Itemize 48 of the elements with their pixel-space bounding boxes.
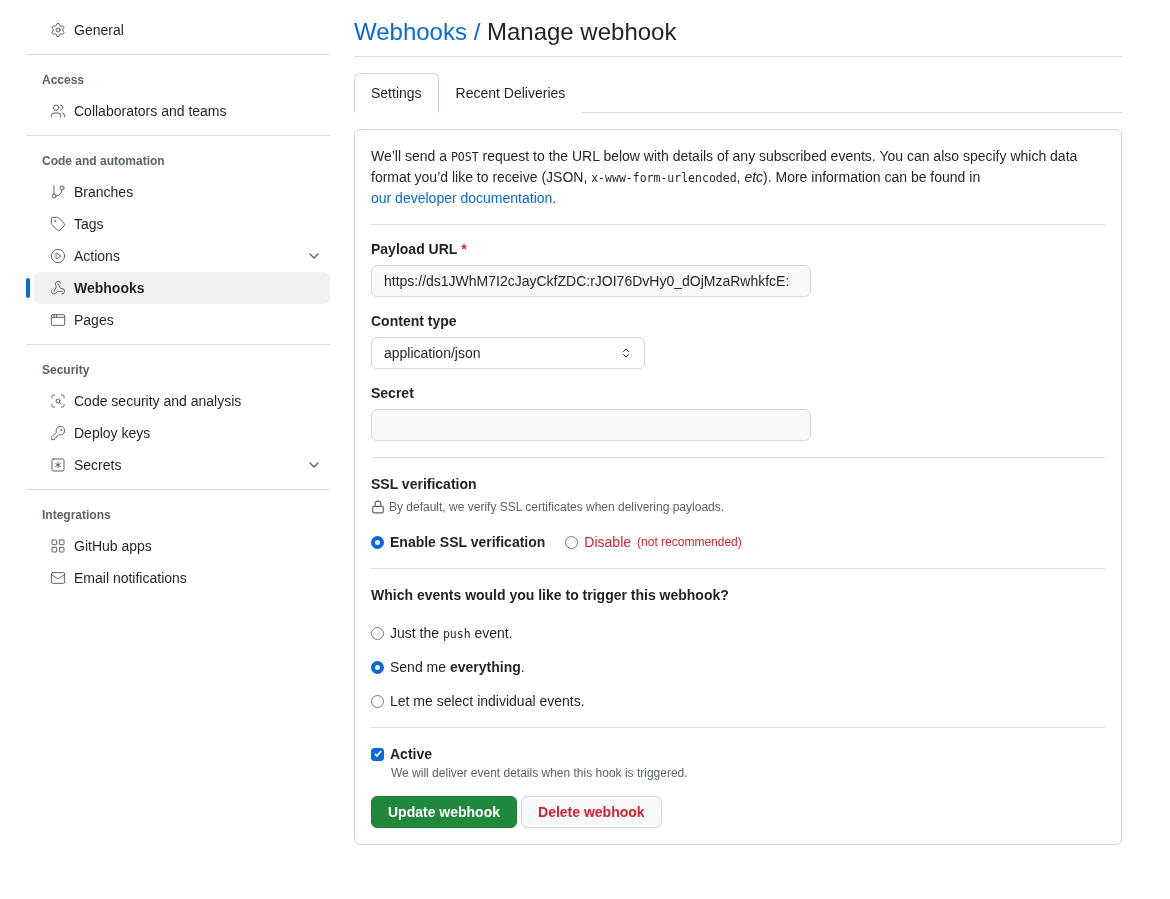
secret-field[interactable] (371, 409, 811, 441)
radio-label: Enable SSL verification (390, 534, 546, 550)
checkbox[interactable] (371, 747, 384, 761)
checkbox-label: Active (390, 746, 433, 762)
radio-button[interactable] (371, 660, 384, 674)
key-icon (50, 425, 66, 441)
mail-icon (50, 570, 66, 586)
radio-label: Send me everything. (390, 659, 525, 675)
section-heading: SSL verification (371, 476, 478, 492)
content-type-select[interactable]: application/json (371, 337, 645, 369)
webhook-icon (50, 280, 66, 296)
tab[interactable]: Settings (354, 73, 439, 113)
branch-icon (50, 184, 66, 200)
sidebar-heading: Access (41, 72, 86, 89)
sidebar-heading: Security (41, 362, 91, 379)
sidebar-heading: Code and automation (41, 153, 166, 170)
radio-button[interactable] (371, 535, 384, 549)
radio-label: Just the push event. (390, 625, 513, 641)
field-label: Secret (371, 385, 415, 401)
payload-url-field[interactable]: https://ds1JWhM7I2cJayCkfZDC:rJOI76DvHy0_dOjMzaRwhkfcE: (371, 265, 811, 297)
ssl-note: By default, we verify SSL certificates when delivering payloads. (389, 500, 725, 514)
radio-button[interactable] (371, 626, 384, 640)
play-icon (50, 248, 66, 264)
warning-note: (not recommended) (637, 535, 742, 549)
radio-label: Let me select individual events. (390, 693, 585, 709)
window-icon (50, 312, 66, 328)
checkbox-note: We will deliver event details when this hook is triggered. (391, 766, 688, 780)
select-arrows-icon (620, 347, 632, 359)
settings-icon (50, 22, 66, 38)
delete-button[interactable]: Delete webhook (521, 796, 662, 828)
required-mark: * (461, 241, 467, 257)
radio-button[interactable] (565, 535, 579, 549)
radio-label: Disable (584, 534, 632, 550)
asterisk-icon (50, 457, 66, 473)
radio-button[interactable] (371, 694, 384, 708)
page-title: Manage webhook (486, 18, 677, 45)
field-label: Payload URL * (371, 241, 468, 257)
breadcrumb-link[interactable]: Webhooks / (354, 18, 481, 45)
sidebar-heading: Integrations (41, 507, 112, 524)
intro-paragraph: We’ll send a POST request to the URL below with details of any subscribed events. You can also specify which data format you’d like to receive (JSON, x-www-form-urlencoded, etc). More information can be found in our developer documentation. (371, 147, 1079, 208)
tag-icon (50, 216, 66, 232)
code-search-icon (50, 393, 66, 409)
people-icon (50, 103, 66, 119)
update-button[interactable]: Update webhook (371, 796, 517, 828)
section-heading: Which events would you like to trigger this webhook? (371, 587, 730, 603)
grid-icon (50, 538, 66, 554)
field-label: Content type (371, 313, 458, 329)
lock-icon (371, 500, 385, 514)
